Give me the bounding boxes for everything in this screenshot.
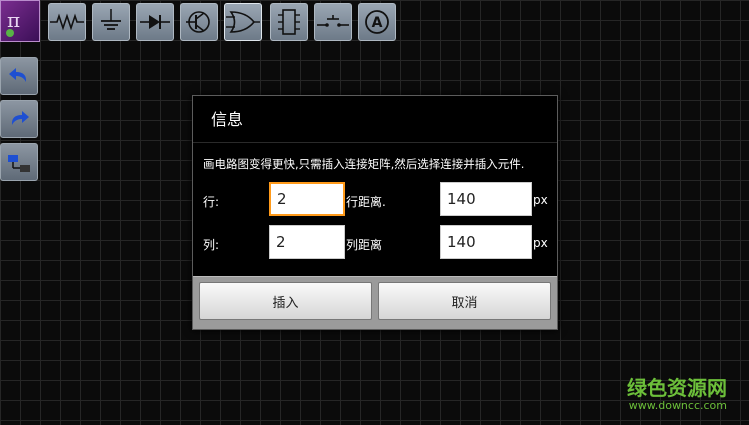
component-toolbar: A — [0, 0, 400, 46]
ammeter-letter: A — [372, 15, 383, 31]
dialog-button-bar: 插入 取消 — [193, 276, 557, 329]
capacitor-icon — [101, 9, 121, 30]
move-icon — [8, 155, 30, 172]
chip-button[interactable] — [270, 3, 308, 41]
cols-input[interactable] — [269, 225, 345, 259]
insert-button[interactable]: 插入 — [199, 282, 372, 320]
watermark-text: 绿色资源网 — [627, 376, 727, 400]
diode-button[interactable] — [136, 3, 174, 41]
undo-button[interactable] — [0, 57, 38, 95]
insert-matrix-dialog: 信息 画电路图变得更快,只需插入连接矩阵,然后选择连接并插入元件. 行: 行距离… — [192, 95, 558, 330]
capacitor-button[interactable] — [92, 3, 130, 41]
dialog-message: 画电路图变得更快,只需插入连接矩阵,然后选择连接并插入元件. — [203, 157, 525, 171]
row-spacing-unit: px — [533, 193, 548, 207]
switch-icon — [317, 15, 349, 27]
undo-icon — [9, 68, 27, 82]
col-spacing-unit: px — [533, 236, 548, 250]
diode-icon — [140, 15, 170, 29]
col-spacing-input[interactable] — [440, 225, 532, 259]
ammeter-button[interactable]: A — [358, 3, 396, 41]
cols-label: 列: — [203, 238, 220, 252]
switch-button[interactable] — [314, 3, 352, 41]
watermark-url: www.downcc.com — [628, 399, 727, 412]
transistor-button[interactable] — [180, 3, 218, 41]
transistor-icon — [186, 11, 210, 33]
dialog-title: 信息 — [211, 110, 244, 129]
move-button[interactable] — [0, 143, 38, 181]
logic-gate-icon — [226, 11, 260, 33]
col-spacing-label: 列距离 — [346, 238, 383, 252]
row-spacing-label: 行距离. — [346, 195, 386, 209]
redo-button[interactable] — [0, 100, 38, 138]
ammeter-icon: A — [365, 10, 389, 34]
dialog-divider — [193, 142, 557, 143]
redo-icon — [11, 111, 29, 125]
resistor-button[interactable] — [48, 3, 86, 41]
resistor-icon — [50, 13, 84, 31]
row-spacing-input[interactable] — [440, 182, 532, 216]
chip-icon — [278, 9, 300, 35]
rows-input[interactable] — [269, 182, 345, 216]
rows-label: 行: — [203, 195, 220, 209]
logic-gate-button[interactable] — [224, 3, 262, 41]
cancel-button[interactable]: 取消 — [378, 282, 551, 320]
